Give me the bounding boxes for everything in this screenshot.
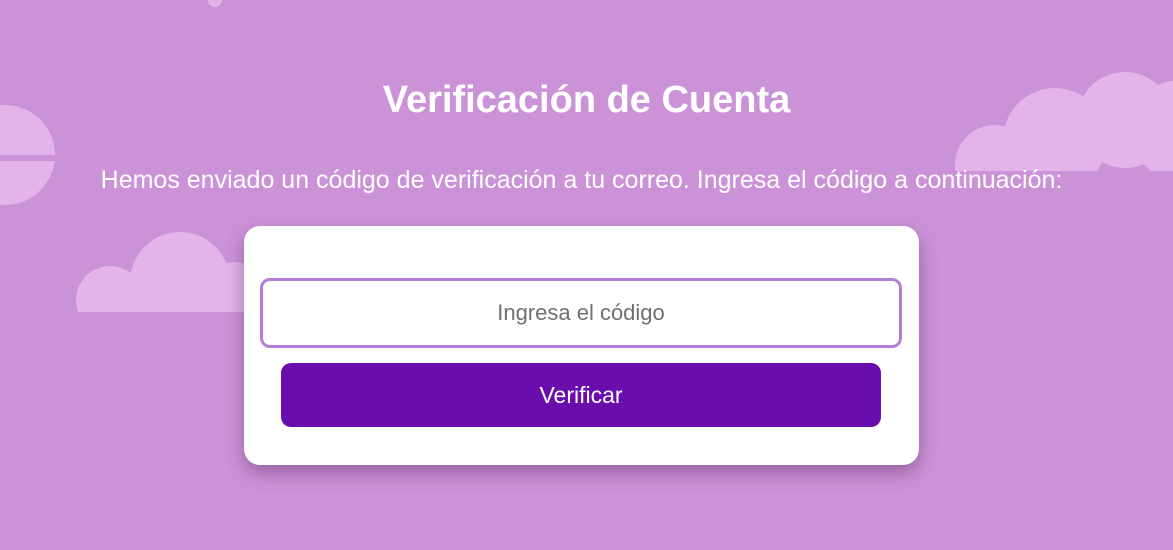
verification-card: Verificar: [244, 226, 919, 465]
instructions-text: Hemos enviado un código de verificación …: [100, 166, 1063, 194]
verification-code-input[interactable]: [260, 278, 902, 348]
page-title: Verificación de Cuenta: [382, 79, 791, 121]
cloud-icon: [208, 0, 222, 7]
verify-button[interactable]: Verificar: [281, 363, 881, 427]
cloud-icon: [76, 232, 271, 334]
